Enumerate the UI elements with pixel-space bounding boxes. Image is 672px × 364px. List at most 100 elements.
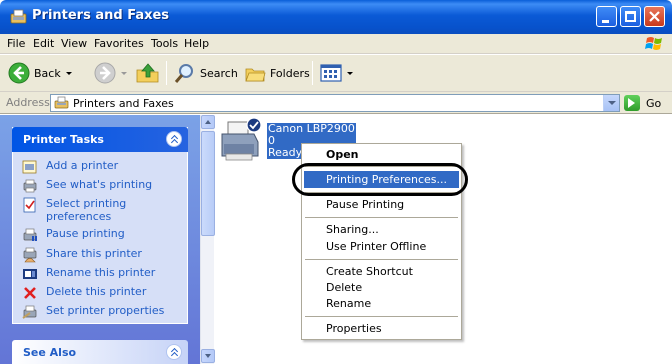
- menu-item-use-printer-offline[interactable]: Use Printer Offline: [304, 238, 459, 255]
- windows-logo-icon: [645, 37, 662, 50]
- pause-printer-icon: [23, 228, 37, 241]
- back-button[interactable]: Back: [8, 59, 72, 87]
- address-field[interactable]: Printers and Faxes: [50, 94, 620, 112]
- task-delete-printer[interactable]: Delete this printer: [22, 285, 180, 301]
- task-set-printer-properties[interactable]: Set printer properties: [22, 304, 180, 320]
- scroll-down-icon[interactable]: [201, 349, 215, 363]
- toolbar-separator: [312, 61, 313, 85]
- menu-item-label: Rename: [326, 297, 372, 310]
- address-dropdown-icon[interactable]: [603, 95, 619, 111]
- menu-separator: [305, 217, 458, 218]
- menu-favorites[interactable]: Favorites: [94, 37, 144, 50]
- menu-item-create-shortcut[interactable]: Create Shortcut: [304, 263, 459, 280]
- views-grid-icon: [320, 64, 342, 82]
- task-pause-printing[interactable]: Pause printing: [22, 227, 180, 243]
- see-also-header[interactable]: See Also: [12, 340, 188, 364]
- menu-item-rename[interactable]: Rename: [304, 295, 459, 312]
- printer-name: Canon LBP2900: [267, 122, 356, 135]
- folders-button[interactable]: Folders: [244, 59, 310, 87]
- address-value: Printers and Faxes: [73, 97, 174, 110]
- forward-dropdown-icon[interactable]: [121, 71, 127, 75]
- task-label: Rename this printer: [46, 266, 156, 279]
- menu-item-label: Delete: [326, 281, 363, 294]
- folders-label: Folders: [270, 66, 310, 80]
- up-folder-button[interactable]: [136, 59, 160, 87]
- preferences-icon: [23, 197, 36, 213]
- printer-tasks-title: Printer Tasks: [23, 133, 104, 146]
- address-label: Address: [6, 96, 50, 109]
- task-label: Add a printer: [46, 159, 119, 172]
- scroll-thumb[interactable]: [201, 131, 215, 236]
- menu-item-label: Use Printer Offline: [326, 240, 427, 253]
- menu-bar: File Edit View Favorites Tools Help: [0, 34, 672, 54]
- menu-edit[interactable]: Edit: [33, 37, 54, 50]
- menu-file[interactable]: File: [7, 37, 25, 50]
- menu-item-properties[interactable]: Properties: [304, 320, 459, 337]
- printers-folder-icon: [54, 96, 69, 109]
- task-pane-scrollbar[interactable]: [200, 115, 215, 364]
- title-bar[interactable]: Printers and Faxes: [0, 0, 672, 34]
- forward-arrow-icon: [94, 62, 116, 84]
- collapse-chevron-icon[interactable]: [166, 131, 182, 147]
- task-select-printing-preferences[interactable]: Select printing preferences: [22, 197, 180, 223]
- task-add-printer[interactable]: Add a printer: [22, 159, 180, 175]
- task-label: Delete this printer: [46, 285, 147, 298]
- task-share-printer[interactable]: Share this printer: [22, 247, 180, 263]
- go-arrow-icon: [624, 95, 640, 111]
- forward-button[interactable]: [94, 59, 127, 87]
- views-button[interactable]: [320, 59, 353, 87]
- rename-icon: [23, 269, 37, 279]
- views-dropdown-icon[interactable]: [347, 71, 353, 75]
- minimize-button[interactable]: [596, 6, 617, 27]
- menu-item-label: Pause Printing: [326, 198, 405, 211]
- printer-tasks-header[interactable]: Printer Tasks: [12, 127, 188, 152]
- menu-item-label: Create Shortcut: [326, 265, 413, 278]
- menu-separator: [305, 259, 458, 260]
- menu-item-label: Open: [326, 148, 359, 161]
- highlight-callout: [292, 163, 468, 196]
- share-printer-icon: [23, 247, 37, 263]
- menu-separator: [305, 316, 458, 317]
- go-label: Go: [646, 96, 662, 110]
- folders-icon: [245, 68, 266, 82]
- back-label: Back: [34, 66, 61, 80]
- search-label: Search: [200, 66, 238, 80]
- window-title: Printers and Faxes: [32, 8, 170, 23]
- menu-item-open[interactable]: Open: [304, 146, 459, 163]
- close-icon: [649, 11, 660, 22]
- back-dropdown-icon[interactable]: [65, 71, 72, 75]
- menu-help[interactable]: Help: [184, 37, 209, 50]
- task-rename-printer[interactable]: Rename this printer: [22, 266, 180, 282]
- task-label: Select printing preferences: [46, 197, 127, 223]
- maximize-button[interactable]: [620, 6, 641, 27]
- task-label: Pause printing: [46, 227, 125, 240]
- menu-item-label: Sharing...: [326, 223, 379, 236]
- task-label: Share this printer: [46, 247, 142, 260]
- see-also-title: See Also: [23, 346, 77, 359]
- menu-item-sharing[interactable]: Sharing...: [304, 221, 459, 238]
- collapse-chevron-icon[interactable]: [166, 344, 182, 360]
- up-folder-icon: [136, 63, 159, 83]
- printers-folder-icon: [10, 9, 27, 24]
- minimize-icon: [602, 20, 609, 23]
- menu-item-label: Properties: [326, 322, 382, 335]
- properties-icon: [22, 305, 37, 319]
- maximize-icon: [625, 11, 636, 22]
- menu-item-delete[interactable]: Delete: [304, 279, 459, 296]
- search-icon: [174, 64, 193, 83]
- menu-item-pause-printing[interactable]: Pause Printing: [304, 196, 459, 213]
- back-arrow-icon: [8, 62, 30, 84]
- task-see-whats-printing[interactable]: See what's printing: [22, 178, 180, 194]
- task-label: See what's printing: [46, 178, 153, 191]
- toolbar: Back Search Folders: [0, 55, 672, 92]
- menu-view[interactable]: View: [61, 37, 87, 50]
- address-bar: Address Printers and Faxes Go: [0, 92, 672, 114]
- close-button[interactable]: [644, 6, 665, 27]
- menu-tools[interactable]: Tools: [151, 37, 178, 50]
- task-label: Set printer properties: [46, 304, 165, 317]
- go-button[interactable]: Go: [624, 94, 661, 112]
- printer-icon[interactable]: [218, 116, 264, 166]
- search-button[interactable]: Search: [174, 59, 238, 87]
- scroll-up-icon[interactable]: [201, 115, 215, 129]
- toolbar-separator: [166, 61, 167, 85]
